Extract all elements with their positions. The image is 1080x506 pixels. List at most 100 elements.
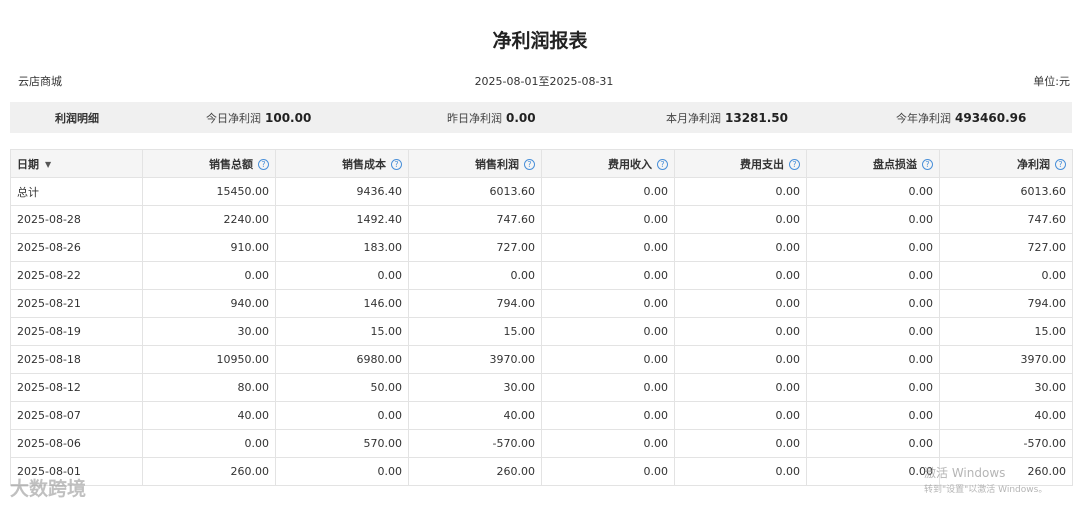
table-cell: 0.00 <box>806 373 940 402</box>
table-cell: 2240.00 <box>142 205 276 234</box>
question-circle-icon[interactable]: ? <box>657 159 668 170</box>
table-cell: 10950.00 <box>142 345 276 374</box>
table-cell: 570.00 <box>275 429 409 458</box>
year-profit: 今年净利润 493460.96 <box>896 102 1026 133</box>
table-cell: 146.00 <box>275 289 409 318</box>
column-header-label: 盘点损溢 <box>873 157 917 171</box>
question-circle-icon[interactable]: ? <box>789 159 800 170</box>
table-cell: 30.00 <box>408 373 542 402</box>
column-header-net-profit: 净利润? <box>939 149 1073 178</box>
table-cell: -570.00 <box>939 429 1073 458</box>
yesterday-profit-value: 0.00 <box>506 110 536 125</box>
table-cell: 0.00 <box>806 177 940 206</box>
question-circle-icon[interactable]: ? <box>391 159 402 170</box>
table-cell: 0.00 <box>806 429 940 458</box>
table-cell: 260.00 <box>142 457 276 486</box>
question-circle-icon[interactable]: ? <box>1055 159 1066 170</box>
table-cell: 0.00 <box>674 177 807 206</box>
table-row: 2025-08-18 10950.00 6980.00 3970.00 0.00 0.00… <box>10 345 1073 374</box>
month-profit-value: 13281.50 <box>725 110 789 125</box>
table-cell-date: 2025-08-28 <box>10 205 143 234</box>
table-cell: 0.00 <box>674 457 807 486</box>
profit-summary-bar: 利润明细 今日净利润 100.00 昨日净利润 0.00 本月净利润 13281… <box>10 102 1072 133</box>
summary-label: 利润明细 <box>55 111 99 125</box>
column-header-label: 净利润 <box>1017 157 1050 171</box>
table-cell: 0.00 <box>142 261 276 290</box>
column-header-sales-total: 销售总额? <box>142 149 276 178</box>
question-circle-icon[interactable]: ? <box>922 159 933 170</box>
table-row: 2025-08-21 940.00 146.00 794.00 0.00 0.00 0.00… <box>10 289 1073 318</box>
table-cell: 0.00 <box>674 317 807 346</box>
table-cell: 0.00 <box>806 233 940 262</box>
question-circle-icon[interactable]: ? <box>524 159 535 170</box>
windows-activation-hint: 转到"设置"以激活 Windows。 <box>924 485 1048 495</box>
caret-down-icon[interactable]: ▼ <box>45 160 51 169</box>
table-cell: 0.00 <box>674 289 807 318</box>
table-row: 2025-08-19 30.00 15.00 15.00 0.00 0.00 0.00 15.… <box>10 317 1073 346</box>
table-cell: 0.00 <box>674 261 807 290</box>
table-cell: 0.00 <box>541 261 675 290</box>
month-profit: 本月净利润 13281.50 <box>666 102 788 133</box>
table-cell: 15450.00 <box>142 177 276 206</box>
table-cell: 0.00 <box>541 401 675 430</box>
table-cell: 940.00 <box>142 289 276 318</box>
table-cell: 6013.60 <box>939 177 1073 206</box>
table-cell-date: 2025-08-19 <box>10 317 143 346</box>
table-cell: 9436.40 <box>275 177 409 206</box>
column-header-sales-cost: 销售成本? <box>275 149 409 178</box>
table-row: 2025-08-28 2240.00 1492.40 747.60 0.00 0.00 0.… <box>10 205 1073 234</box>
table-row-total: 总计 15450.00 9436.40 6013.60 0.00 0.00 0.00 6013… <box>10 177 1073 206</box>
table-cell: 0.00 <box>806 261 940 290</box>
table-row: 2025-08-22 0.00 0.00 0.00 0.00 0.00 0.00 0.00 <box>10 261 1073 290</box>
table-cell: 0.00 <box>674 401 807 430</box>
table-cell: 40.00 <box>408 401 542 430</box>
table-cell: 40.00 <box>142 401 276 430</box>
today-profit: 今日净利润 100.00 <box>206 102 311 133</box>
windows-activation-watermark: 激活 Windows <box>924 466 1006 480</box>
question-circle-icon[interactable]: ? <box>258 159 269 170</box>
table-cell: 6013.60 <box>408 177 542 206</box>
table-row: 2025-08-07 40.00 0.00 40.00 0.00 0.00 0.00 40.0… <box>10 401 1073 430</box>
table-cell: 0.00 <box>541 177 675 206</box>
table-cell: 0.00 <box>541 317 675 346</box>
table-row: 2025-08-12 80.00 50.00 30.00 0.00 0.00 0.00 30.… <box>10 373 1073 402</box>
table-cell: -570.00 <box>408 429 542 458</box>
table-cell: 3970.00 <box>939 345 1073 374</box>
table-cell-date: 2025-08-06 <box>10 429 143 458</box>
table-cell: 0.00 <box>142 429 276 458</box>
table-cell: 727.00 <box>408 233 542 262</box>
table-row: 2025-08-06 0.00 570.00 -570.00 0.00 0.00 0.00-… <box>10 429 1073 458</box>
table-cell: 0.00 <box>275 457 409 486</box>
table-cell: 0.00 <box>674 373 807 402</box>
yesterday-profit-label: 昨日净利润 <box>447 111 502 125</box>
column-header-date[interactable]: 日期 ▼ <box>10 149 143 178</box>
table-cell: 15.00 <box>939 317 1073 346</box>
table-cell: 0.00 <box>541 457 675 486</box>
table-cell: 0.00 <box>939 261 1073 290</box>
table-cell: 0.00 <box>806 205 940 234</box>
column-header-inventory-loss: 盘点损溢? <box>806 149 940 178</box>
table-cell-date: 2025-08-21 <box>10 289 143 318</box>
table-cell: 0.00 <box>806 345 940 374</box>
today-profit-value: 100.00 <box>265 110 312 125</box>
table-cell: 0.00 <box>674 233 807 262</box>
table-header-row: 日期 ▼ 销售总额? 销售成本? 销售利润? 费用收入? 费用支出? 盘点损溢? … <box>10 149 1073 178</box>
month-profit-label: 本月净利润 <box>666 111 721 125</box>
table-cell: 0.00 <box>541 233 675 262</box>
yesterday-profit: 昨日净利润 0.00 <box>447 102 536 133</box>
table-cell: 0.00 <box>806 317 940 346</box>
net-profit-table: 日期 ▼ 销售总额? 销售成本? 销售利润? 费用收入? 费用支出? 盘点损溢? … <box>10 149 1073 486</box>
table-row: 2025-08-26 910.00 183.00 727.00 0.00 0.00 0.00… <box>10 233 1073 262</box>
table-cell: 0.00 <box>806 289 940 318</box>
table-cell: 0.00 <box>806 457 940 486</box>
column-header-label: 销售总额 <box>209 157 253 171</box>
table-cell: 0.00 <box>674 345 807 374</box>
table-cell: 80.00 <box>142 373 276 402</box>
table-cell-date: 2025-08-18 <box>10 345 143 374</box>
column-header-expense-outgoing: 费用支出? <box>674 149 807 178</box>
table-cell-date: 2025-08-07 <box>10 401 143 430</box>
table-cell: 6980.00 <box>275 345 409 374</box>
table-cell: 0.00 <box>674 205 807 234</box>
table-cell-date: 2025-08-26 <box>10 233 143 262</box>
table-cell: 747.60 <box>408 205 542 234</box>
